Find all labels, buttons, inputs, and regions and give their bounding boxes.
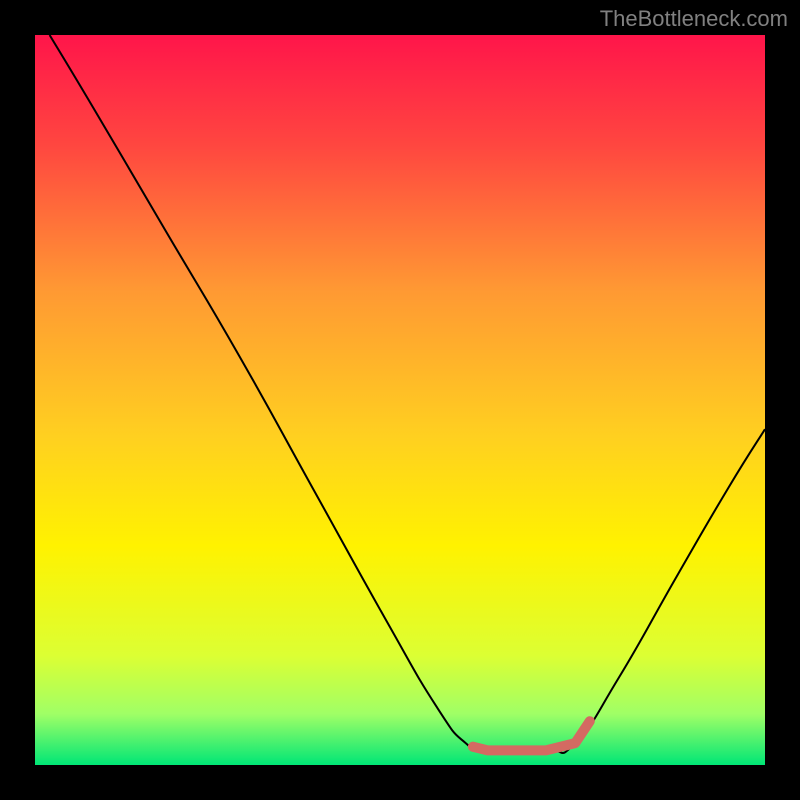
optimal-marker-dot [468,742,478,752]
chart-svg [35,35,765,765]
watermark-text: TheBottleneck.com [600,6,788,32]
chart-plot-area [35,35,765,765]
chart-background [35,35,765,765]
